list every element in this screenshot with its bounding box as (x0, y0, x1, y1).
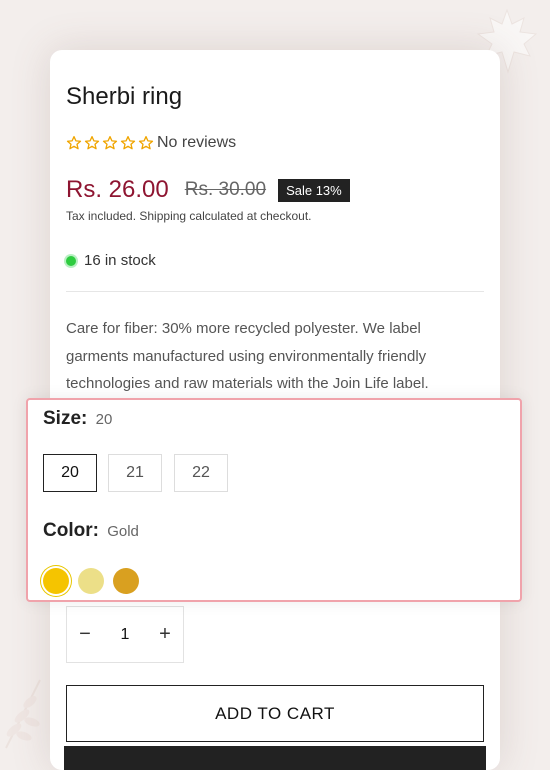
product-description: Care for fiber: 30% more recycled polyes… (66, 320, 429, 392)
tax-note: Tax included. Shipping calculated at che… (66, 209, 312, 223)
size-option-label: Size: 20 (43, 408, 112, 430)
in-stock-dot-icon (66, 255, 76, 266)
selected-color-value: Gold (107, 523, 139, 540)
star-outline-icon (120, 136, 136, 150)
star-rating (66, 135, 154, 151)
star-outline-icon (66, 136, 82, 150)
price-row: Rs. 26.00 Rs. 30.00 Sale 13% (66, 176, 350, 204)
rating-row[interactable]: No reviews (66, 134, 236, 152)
sale-badge: Sale 13% (278, 178, 350, 202)
reviews-count[interactable]: No reviews (157, 134, 236, 152)
color-swatch-light-gold[interactable] (78, 568, 104, 594)
decrease-quantity-button[interactable]: − (67, 623, 103, 646)
star-outline-icon (102, 136, 118, 150)
divider (66, 291, 484, 292)
increase-quantity-button[interactable]: + (147, 623, 183, 646)
size-label-text: Size: (43, 408, 88, 429)
quantity-stepper[interactable]: − 1 + (66, 606, 184, 663)
color-swatch-gold[interactable] (43, 568, 69, 594)
stock-text: 16 in stock (84, 252, 156, 269)
quantity-input[interactable]: 1 (103, 626, 147, 644)
fern-leaf-decoration (5, 679, 41, 749)
selected-size-value: 20 (95, 411, 113, 428)
add-to-cart-button[interactable]: ADD TO CART (66, 685, 484, 742)
size-option-22[interactable]: 22 (174, 454, 228, 492)
star-outline-icon (84, 136, 100, 150)
color-label-text: Color: (43, 520, 99, 541)
size-option-20[interactable]: 20 (43, 454, 97, 492)
color-option-label: Color: Gold (43, 520, 139, 542)
compare-price: Rs. 30.00 (184, 179, 267, 200)
stock-status: 16 in stock (66, 252, 156, 269)
color-swatch-dark-gold[interactable] (113, 568, 139, 594)
sale-price: Rs. 26.00 (66, 176, 169, 203)
product-title: Sherbi ring (66, 83, 183, 110)
star-outline-icon (138, 136, 154, 150)
size-option-21[interactable]: 21 (108, 454, 162, 492)
variant-options-panel: Size: 20 20 21 22 Color: Gold (26, 398, 522, 602)
